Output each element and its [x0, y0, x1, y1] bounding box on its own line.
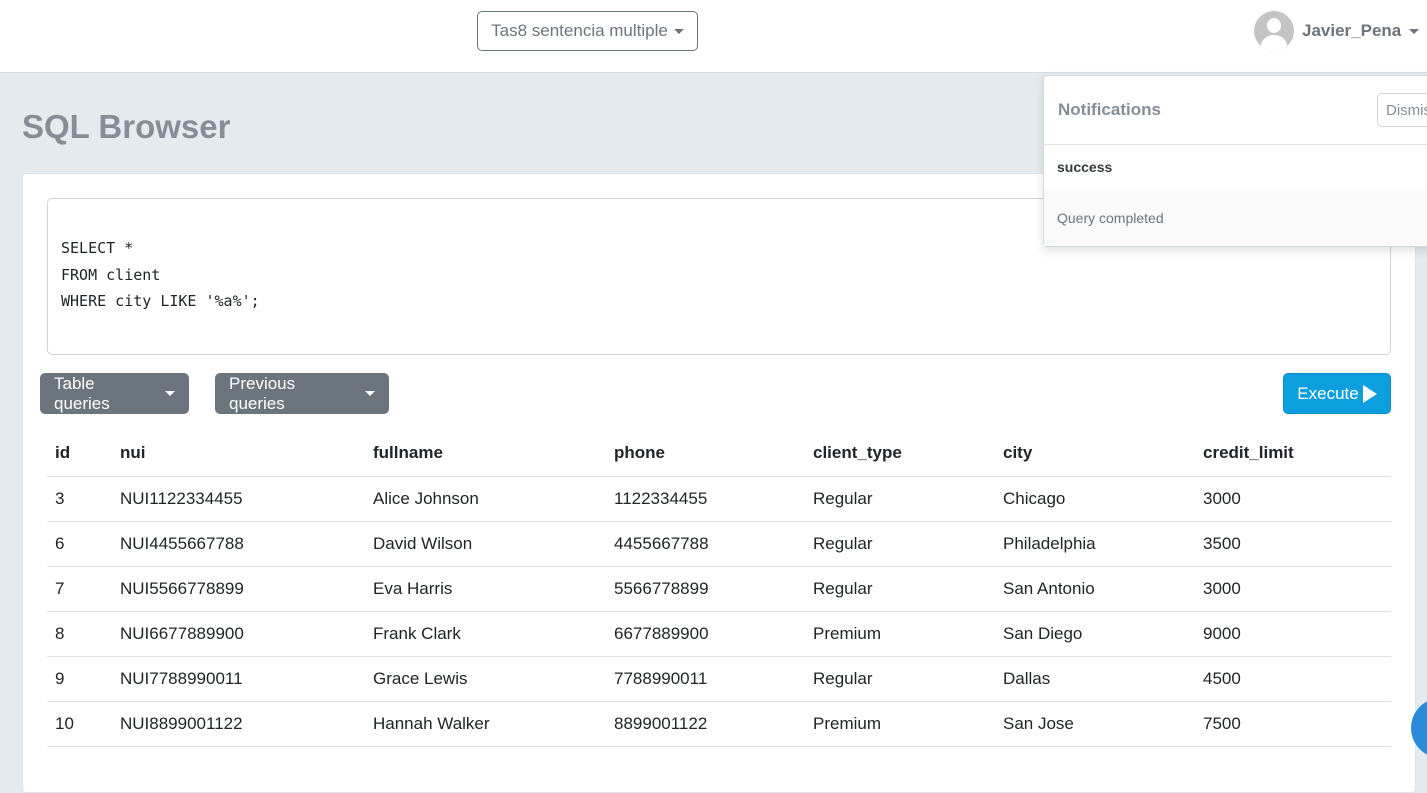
- cell-credit_limit: 4500: [1195, 656, 1391, 702]
- cell-id: 3: [47, 476, 112, 522]
- cell-credit_limit: 3500: [1195, 521, 1391, 567]
- cell-id: 7: [47, 566, 112, 612]
- column-header-fullname: fullname: [365, 431, 606, 477]
- previous-queries-label: Previous queries: [229, 373, 296, 413]
- page-title: SQL Browser: [22, 108, 231, 145]
- user-menu[interactable]: Javier_Pena: [1254, 11, 1420, 51]
- cell-id: 9: [47, 656, 112, 702]
- cell-fullname: Grace Lewis: [365, 656, 606, 702]
- cell-id: 10: [47, 701, 112, 747]
- project-label: Tas8 sentencia multiple: [491, 21, 668, 40]
- cell-client_type: Regular: [805, 656, 995, 702]
- cell-fullname: Eva Harris: [365, 566, 606, 612]
- table-row: 3 NUI1122334455 Alice Johnson 1122334455 Reg…: [47, 476, 1391, 522]
- cell-fullname: Alice Johnson: [365, 476, 606, 522]
- cell-credit_limit: 3000: [1195, 566, 1391, 612]
- cell-nui: NUI8899001122: [112, 701, 365, 747]
- cell-credit_limit: 7500: [1195, 701, 1391, 747]
- cell-fullname: Hannah Walker: [365, 701, 606, 747]
- cell-id: 8: [47, 611, 112, 657]
- cell-city: San Diego: [995, 611, 1195, 657]
- caret-down-icon: [1409, 28, 1420, 34]
- cell-city: Chicago: [995, 476, 1195, 522]
- table-row: 7 NUI5566778899 Eva Harris 5566778899 Regula…: [47, 566, 1391, 612]
- cell-id: 6: [47, 521, 112, 567]
- cell-fullname: David Wilson: [365, 521, 606, 567]
- column-header-city: city: [995, 431, 1195, 477]
- cell-city: San Antonio: [995, 566, 1195, 612]
- table-row: 6 NUI4455667788 David Wilson 4455667788 Regu…: [47, 521, 1391, 567]
- results-table: id nui fullname phone client_type city credit_…: [47, 431, 1391, 747]
- column-header-client_type: client_type: [805, 431, 995, 477]
- cell-phone: 5566778899: [606, 566, 805, 612]
- cell-client_type: Regular: [805, 566, 995, 612]
- caret-down-icon: [165, 391, 175, 396]
- previous-queries-button[interactable]: Previous queries: [215, 373, 389, 414]
- table-queries-label: Table queries: [54, 373, 110, 413]
- cell-phone: 6677889900: [606, 611, 805, 657]
- cell-nui: NUI5566778899: [112, 566, 365, 612]
- dismiss-button[interactable]: Dismiss: [1377, 93, 1427, 127]
- cell-client_type: Premium: [805, 701, 995, 747]
- cell-nui: NUI4455667788: [112, 521, 365, 567]
- cell-client_type: Regular: [805, 476, 995, 522]
- table-row: 9 NUI7788990011 Grace Lewis 7788990011 Regul…: [47, 656, 1391, 702]
- cell-credit_limit: 9000: [1195, 611, 1391, 657]
- cell-phone: 8899001122: [606, 701, 805, 747]
- cell-fullname: Frank Clark: [365, 611, 606, 657]
- column-header-credit_limit: credit_limit: [1195, 431, 1391, 477]
- cell-credit_limit: 3000: [1195, 476, 1391, 522]
- cell-nui: NUI1122334455: [112, 476, 365, 522]
- avatar: [1254, 11, 1294, 51]
- project-dropdown[interactable]: Tas8 sentencia multiple: [477, 11, 698, 51]
- cell-client_type: Premium: [805, 611, 995, 657]
- cell-phone: 7788990011: [606, 656, 805, 702]
- notifications-title: Notifications: [1058, 100, 1161, 119]
- caret-down-icon: [365, 391, 375, 396]
- user-name: Javier_Pena: [1302, 21, 1402, 40]
- notification-message: Query completed: [1044, 189, 1427, 246]
- column-header-phone: phone: [606, 431, 805, 477]
- cell-phone: 1122334455: [606, 476, 805, 522]
- execute-label: Execute: [1297, 383, 1359, 403]
- cell-nui: NUI7788990011: [112, 656, 365, 702]
- cell-city: San Jose: [995, 701, 1195, 747]
- execute-button[interactable]: Execute: [1283, 373, 1391, 414]
- cell-city: Dallas: [995, 656, 1195, 702]
- notifications-panel: Notifications Dismiss success Query comp…: [1043, 75, 1427, 247]
- column-header-nui: nui: [112, 431, 365, 477]
- table-header: id nui fullname phone client_type city credit_…: [47, 431, 1391, 477]
- top-navbar: Tas8 sentencia multiple Javier_Pena: [0, 0, 1427, 73]
- table-queries-button[interactable]: Table queries: [40, 373, 189, 414]
- cell-nui: NUI6677889900: [112, 611, 365, 657]
- cell-client_type: Regular: [805, 521, 995, 567]
- table-row: 8 NUI6677889900 Frank Clark 6677889900 Premi…: [47, 611, 1391, 657]
- table-row: 10 NUI8899001122 Hannah Walker 8899001122 Pr…: [47, 701, 1391, 747]
- column-header-id: id: [47, 431, 112, 477]
- caret-down-icon: [673, 28, 684, 34]
- cell-phone: 4455667788: [606, 521, 805, 567]
- notification-type: success: [1057, 159, 1113, 175]
- play-icon: [1362, 384, 1377, 403]
- cell-city: Philadelphia: [995, 521, 1195, 567]
